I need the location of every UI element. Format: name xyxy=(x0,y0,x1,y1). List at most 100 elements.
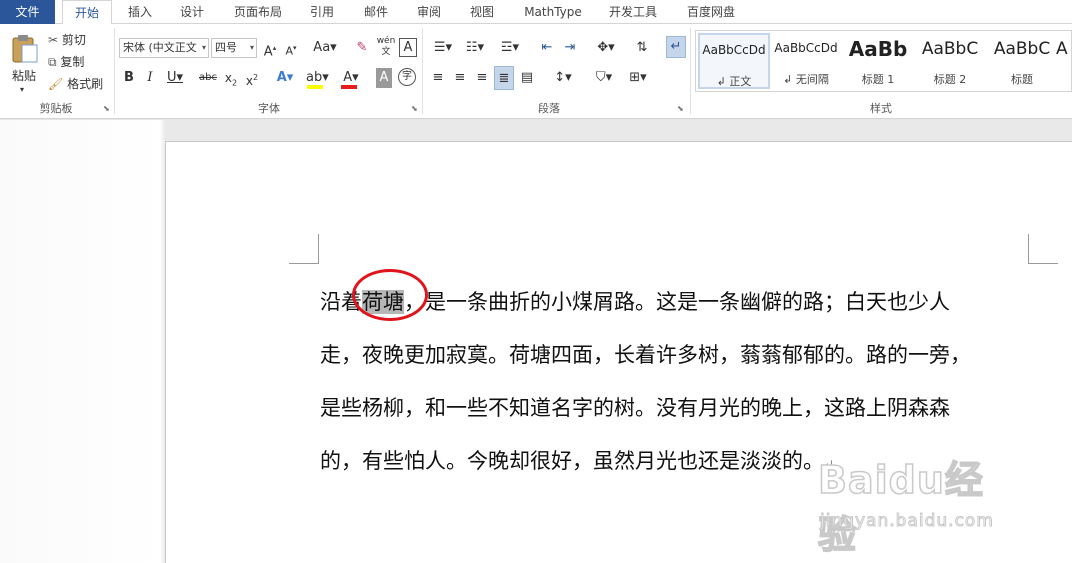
text-run: ，是一条曲折的小煤屑路。这是一条幽僻的路；白天也少人 xyxy=(404,290,950,314)
chevron-down-icon: ▾ xyxy=(20,85,25,94)
dialog-launcher-icon[interactable]: ⬊ xyxy=(411,104,418,113)
style-name: 标题 xyxy=(1011,73,1033,86)
paste-button[interactable]: 粘贴 ▾ xyxy=(8,32,42,94)
watermark-url: jingyan.baidu.com xyxy=(820,511,994,532)
style-sample: AaBbC xyxy=(993,39,1051,59)
bullets-icon[interactable]: ☰▾ xyxy=(429,38,457,58)
font-size-value: 四号 xyxy=(215,41,237,54)
cut-button[interactable]: ✂ 剪切 xyxy=(48,30,86,50)
phonetic-guide-icon[interactable]: wén 文 xyxy=(376,36,396,58)
shading-icon[interactable]: ⛉▾ xyxy=(589,68,619,88)
style-name: 标题 2 xyxy=(933,73,967,86)
style-name: ↲ 无间隔 xyxy=(783,73,829,86)
style-heading-2[interactable]: AaBbC 标题 2 xyxy=(914,33,986,89)
show-hide-marks-icon[interactable]: ↵ xyxy=(666,36,686,58)
style-no-spacing[interactable]: AaBbCcDd ↲ 无间隔 xyxy=(770,33,842,89)
group-divider xyxy=(114,28,115,114)
style-sample: AaBb xyxy=(848,37,908,61)
borders-icon[interactable]: ⊞▾ xyxy=(623,68,653,88)
style-title[interactable]: AaBbC 标题 xyxy=(986,33,1058,89)
decrease-indent-icon[interactable]: ⇤ xyxy=(538,38,556,58)
style-normal[interactable]: AaBbCcDd ↲ 正文 xyxy=(698,33,770,89)
italic-icon[interactable]: I xyxy=(143,68,157,88)
paragraph-group-label: 段落 xyxy=(538,102,560,115)
underline-icon[interactable]: U▾ xyxy=(165,68,185,88)
tab-review[interactable]: 审阅 xyxy=(407,0,451,24)
annotation-circle xyxy=(352,269,428,321)
style-name: 标题 1 xyxy=(861,73,895,86)
font-size-combobox[interactable]: 四号 ▾ xyxy=(211,38,257,58)
tab-view[interactable]: 视图 xyxy=(460,0,504,24)
tab-baidu-netdisk[interactable]: 百度网盘 xyxy=(678,0,744,24)
text-line: 走，夜晚更加寂寞。荷塘四面，长着许多树，蓊蓊郁郁的。路的一旁， xyxy=(320,343,971,367)
justify-icon[interactable]: ≣ xyxy=(494,66,514,90)
tab-design[interactable]: 设计 xyxy=(170,0,214,24)
font-color-swatch xyxy=(341,85,357,89)
tab-references[interactable]: 引用 xyxy=(300,0,344,24)
margin-crop-mark xyxy=(289,234,319,264)
character-border-icon[interactable]: A xyxy=(399,38,417,57)
chinese-layout-icon[interactable]: ✥▾ xyxy=(591,38,621,58)
shrink-font-icon[interactable]: A▾ xyxy=(283,38,299,62)
dialog-launcher-icon[interactable]: ⬊ xyxy=(677,104,684,113)
copy-label: 复制 xyxy=(60,55,85,69)
text-effects-icon[interactable]: A▾ xyxy=(275,68,295,88)
ribbon-home: 粘贴 ▾ ✂ 剪切 ⧉ 复制 🖌 格式刷 剪贴板 ⬊ 宋体 (中文正文 ▾ 四号… xyxy=(0,24,1072,119)
align-right-icon[interactable]: ≡ xyxy=(473,68,491,88)
style-sample: AaBbC xyxy=(921,39,979,59)
tab-insert[interactable]: 插入 xyxy=(118,0,162,24)
sort-icon[interactable]: ⇅ xyxy=(633,38,651,58)
tab-mathtype[interactable]: MathType xyxy=(514,0,592,24)
group-divider xyxy=(422,28,423,114)
style-sample: A xyxy=(1056,39,1068,59)
style-sample: AaBbCcDd xyxy=(774,41,838,55)
style-subtitle[interactable]: A xyxy=(1056,33,1071,89)
paintbrush-icon: 🖌 xyxy=(48,77,64,91)
subscript-icon[interactable]: x2 xyxy=(223,68,239,93)
distributed-icon[interactable]: ▤ xyxy=(518,68,536,88)
style-sample: AaBbCcDd xyxy=(702,43,766,57)
highlight-color-icon[interactable]: ab▾ xyxy=(306,68,329,89)
highlight-color-swatch xyxy=(307,85,323,89)
font-name-value: 宋体 (中文正文 xyxy=(123,41,197,54)
tab-mailings[interactable]: 邮件 xyxy=(354,0,398,24)
text-line: 沿着荷塘，是一条曲折的小煤屑路。这是一条幽僻的路；白天也少人 xyxy=(320,276,1040,329)
clear-formatting-icon[interactable]: ✎ xyxy=(353,38,371,58)
font-name-combobox[interactable]: 宋体 (中文正文 ▾ xyxy=(119,38,209,58)
clipboard-group-label: 剪贴板 xyxy=(39,102,73,115)
increase-indent-icon[interactable]: ⇥ xyxy=(561,38,579,58)
clipboard-icon xyxy=(12,35,38,63)
cut-label: 剪切 xyxy=(61,33,86,47)
line-spacing-icon[interactable]: ↕▾ xyxy=(548,68,578,88)
superscript-icon[interactable]: x2 xyxy=(244,68,260,91)
align-center-icon[interactable]: ≡ xyxy=(451,68,469,88)
change-case-icon[interactable]: Aa▾ xyxy=(310,38,340,58)
copy-icon: ⧉ xyxy=(48,55,57,69)
chevron-down-icon: ▾ xyxy=(249,43,254,52)
scissors-icon: ✂ xyxy=(48,33,59,47)
watermark-logo: Baidu经验 xyxy=(817,457,984,558)
dialog-launcher-icon[interactable]: ⬊ xyxy=(103,104,110,113)
tab-home[interactable]: 开始 xyxy=(62,0,112,25)
bold-icon[interactable]: B xyxy=(122,68,136,88)
styles-group-label: 样式 xyxy=(870,102,892,115)
text-run: 的，有些怕人。今晚却很好，虽然月光也还是淡淡的。 xyxy=(320,449,824,473)
copy-button[interactable]: ⧉ 复制 xyxy=(48,52,84,72)
tab-file[interactable]: 文件 xyxy=(0,0,55,24)
tab-developer[interactable]: 开发工具 xyxy=(600,0,666,24)
style-heading-1[interactable]: AaBb 标题 1 xyxy=(842,33,914,89)
styles-gallery: AaBbCcDd ↲ 正文 AaBbCcDd ↲ 无间隔 AaBb 标题 1 A… xyxy=(695,30,1072,92)
strikethrough-icon[interactable]: abc xyxy=(198,68,218,88)
text-line: 是些杨柳，和一些不知道名字的树。没有月光的晚上，这路上阴森森 xyxy=(320,396,950,420)
tab-page-layout[interactable]: 页面布局 xyxy=(226,0,290,24)
enclose-characters-icon[interactable]: 字 xyxy=(398,68,416,86)
character-shading-icon[interactable]: A xyxy=(376,68,392,88)
multilevel-list-icon[interactable]: ☲▾ xyxy=(494,38,526,58)
align-left-icon[interactable]: ≡ xyxy=(429,68,447,88)
numbering-icon[interactable]: ☷▾ xyxy=(461,38,489,58)
font-color-icon[interactable]: A▾ xyxy=(340,68,362,89)
format-painter-button[interactable]: 🖌 格式刷 xyxy=(48,74,103,94)
margin-crop-mark xyxy=(1028,234,1058,264)
grow-font-icon[interactable]: A▴ xyxy=(262,38,278,62)
chevron-down-icon: ▾ xyxy=(201,39,206,57)
